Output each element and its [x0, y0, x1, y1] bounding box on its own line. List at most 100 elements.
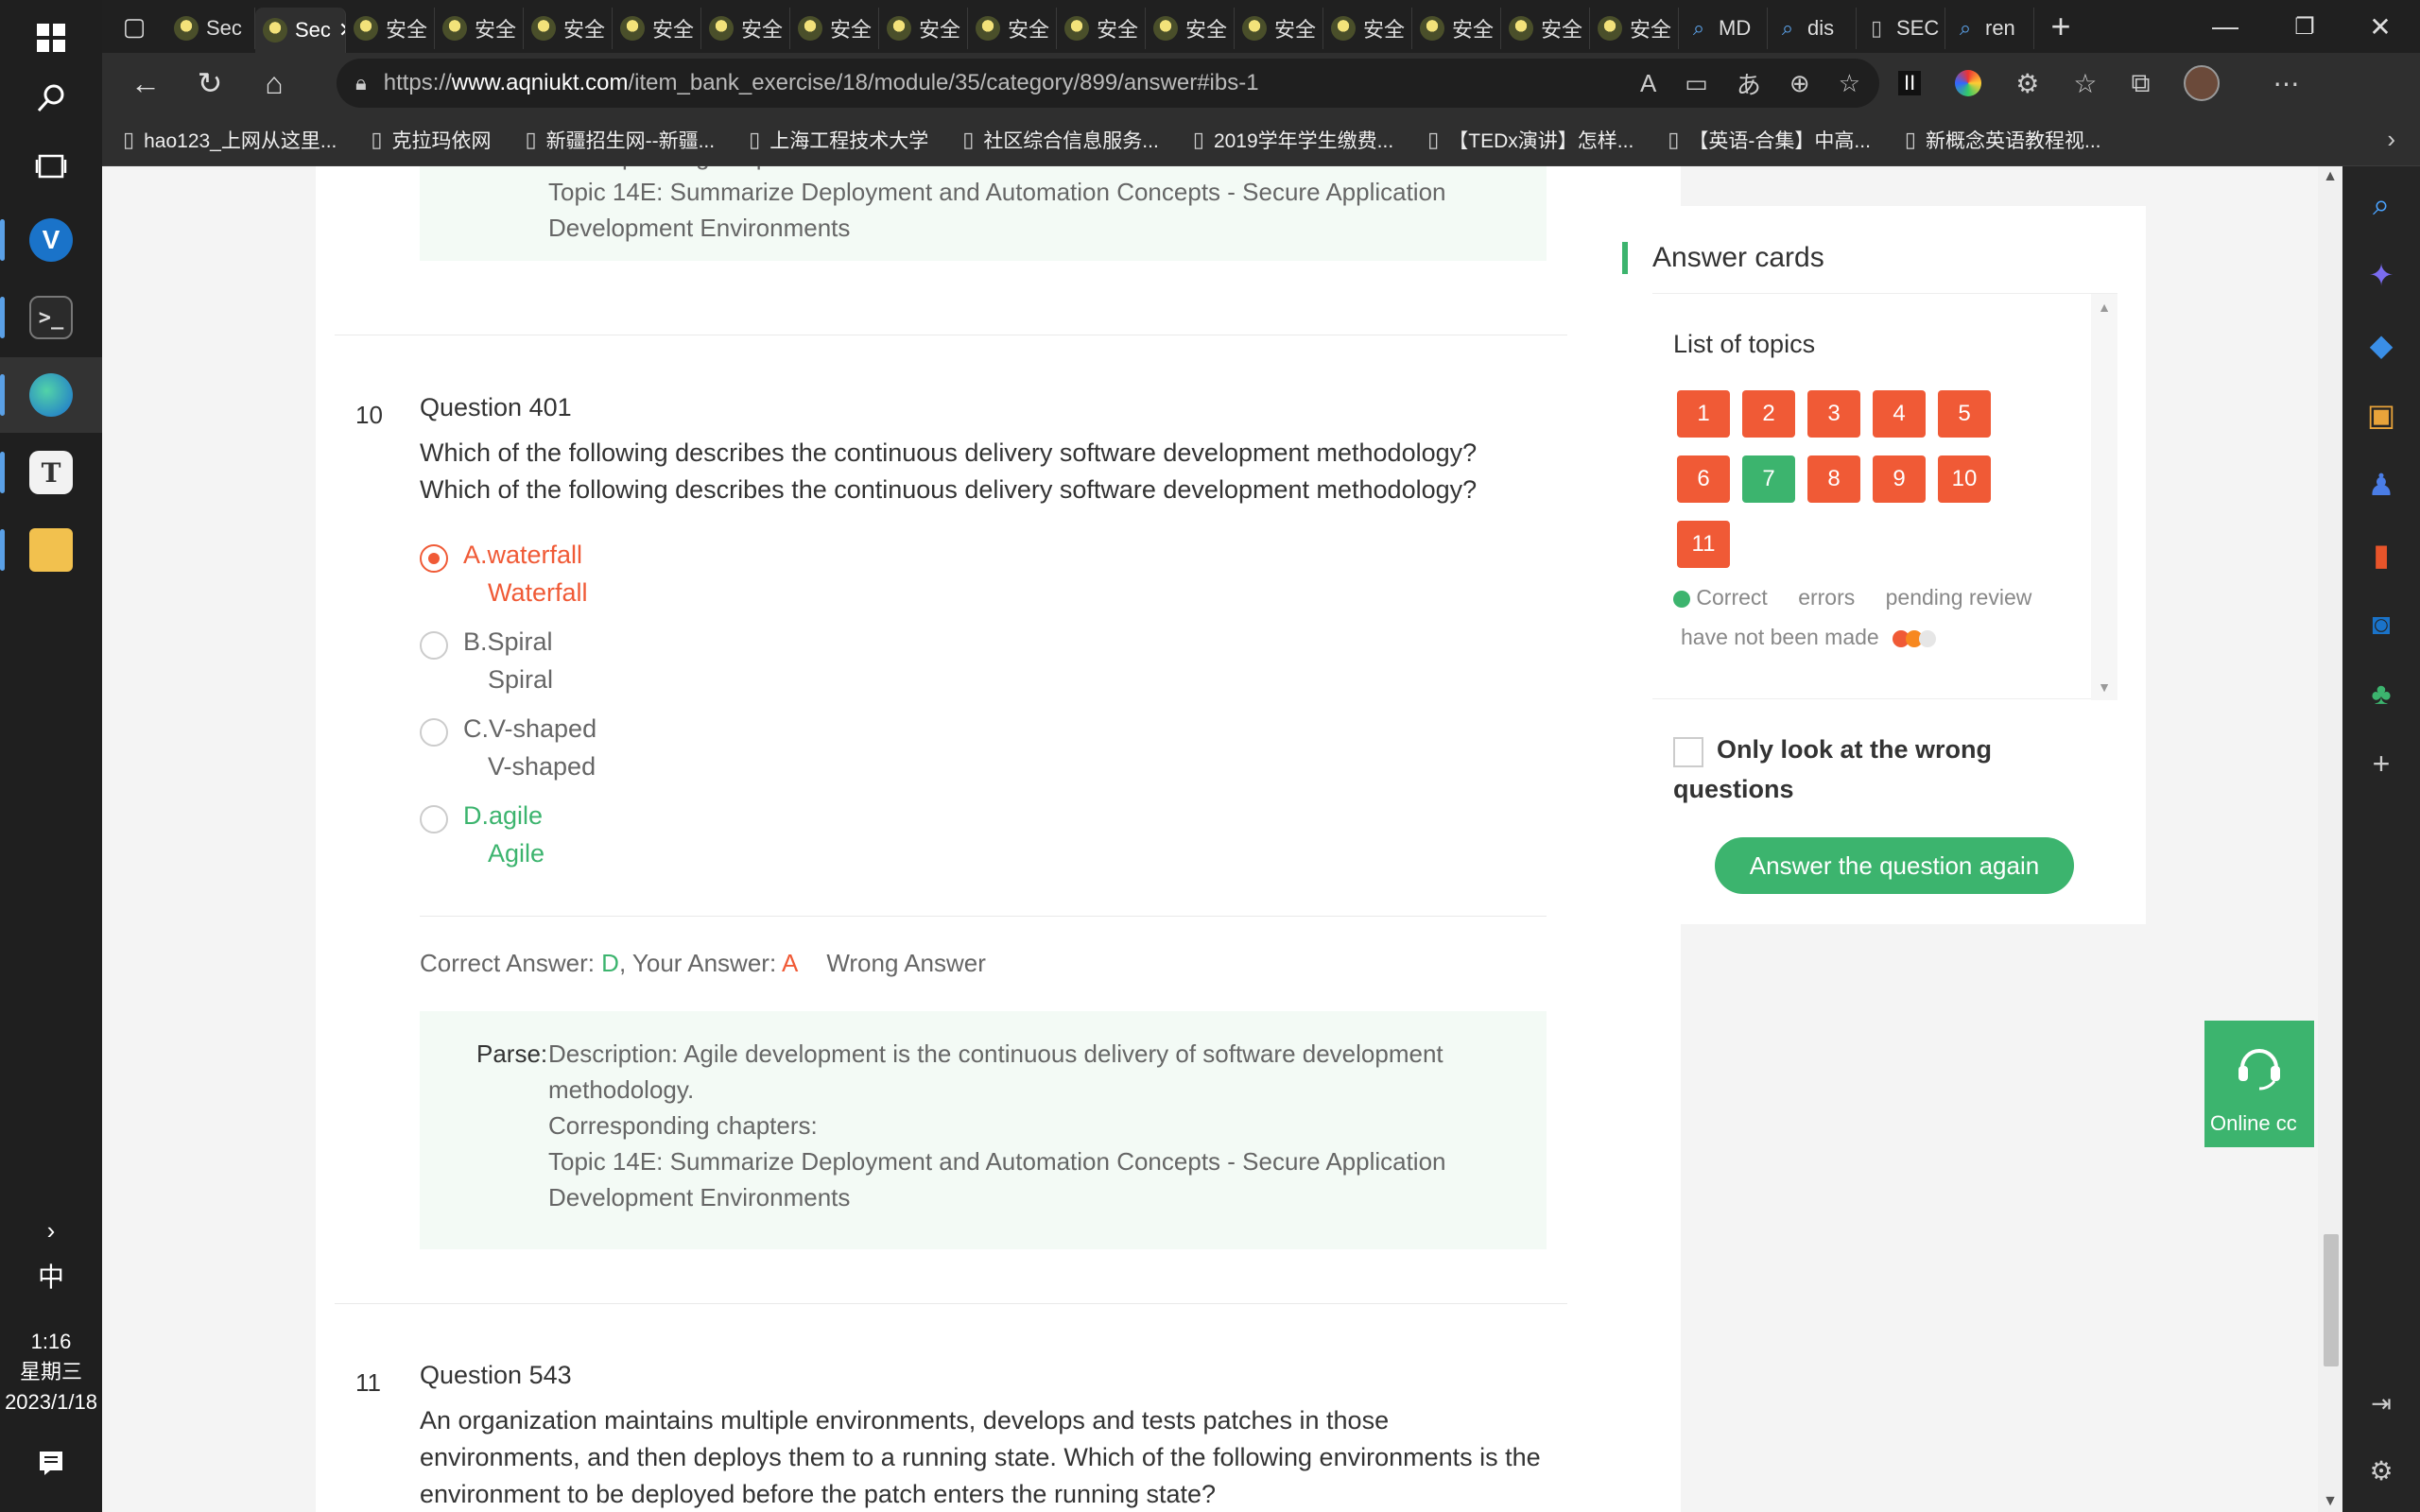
sidebar-discover-icon[interactable]: ✦ [2342, 257, 2420, 293]
sidebar-collapse-icon[interactable]: ⇥ [2342, 1389, 2420, 1418]
page-scroll-thumb[interactable] [2324, 1234, 2339, 1366]
back-icon[interactable]: ← [113, 53, 178, 113]
extensions-icon[interactable]: ⚙ [2015, 68, 2039, 99]
read-aloud-icon[interactable]: A [1640, 69, 1656, 98]
bookmark-item[interactable]: ▯ 新概念英语教程视... [1905, 126, 2101, 154]
typora-app-icon[interactable]: T [0, 435, 102, 510]
browser-tab[interactable]: 安全 [1146, 8, 1235, 49]
edge-app-icon[interactable] [0, 357, 102, 433]
address-bar[interactable]: 🔒︎ https://www.aqniukt.com/item_bank_exe… [337, 59, 1879, 108]
sidebar-settings-icon[interactable]: ⚙ [2342, 1455, 2420, 1486]
browser-tab[interactable]: ⌕ dis [1768, 8, 1857, 49]
input-method-indicator[interactable]: 中 [0, 1257, 102, 1295]
answer-again-button[interactable]: Answer the question again [1715, 837, 2074, 894]
sidebar-shopping-icon[interactable]: ◆ [2342, 327, 2420, 363]
browser-tab[interactable]: 安全 [968, 8, 1057, 49]
topic-number-button[interactable]: 2 [1742, 390, 1795, 438]
topic-number-button[interactable]: 9 [1873, 455, 1926, 503]
option-a-radio[interactable] [420, 544, 448, 573]
terminal-app-icon[interactable]: >_ [0, 280, 102, 355]
new-tab-button[interactable]: + [2034, 7, 2087, 46]
bookmark-item[interactable]: ▯ 【英语-合集】中高... [1668, 126, 1871, 154]
topic-number-button[interactable]: 11 [1677, 521, 1730, 568]
option-c-radio[interactable] [420, 718, 448, 747]
option-d-radio[interactable] [420, 805, 448, 833]
extension-pause-icon[interactable]: II [1898, 71, 1922, 95]
wrong-only-checkbox[interactable] [1673, 737, 1703, 767]
translate-icon[interactable]: あ [1737, 66, 1761, 101]
collections-icon[interactable]: ⧉ [2131, 68, 2150, 99]
browser-tab[interactable]: 安全 [1412, 8, 1501, 49]
bookmark-item[interactable]: ▯ 上海工程技术大学 [749, 126, 928, 154]
bookmark-item[interactable]: ▯ 克拉玛依网 [371, 126, 491, 154]
browser-tab[interactable]: ⌕ MD [1679, 8, 1768, 49]
topic-number-button[interactable]: 1 [1677, 390, 1730, 438]
bookmark-item[interactable]: ▯ 新疆招生网--新疆... [525, 126, 715, 154]
topic-number-button[interactable]: 5 [1938, 390, 1991, 438]
site-favicon-icon [798, 16, 822, 41]
tab-actions-icon[interactable]: ▢ [102, 0, 166, 53]
notification-icon[interactable] [0, 1425, 102, 1501]
browser-tab[interactable]: 安全 [879, 8, 968, 49]
sidebar-office-icon[interactable]: ▮ [2342, 537, 2420, 573]
browser-tab[interactable]: 安全 [1057, 8, 1146, 49]
browser-tab[interactable]: ▯ SEC [1857, 8, 1945, 49]
online-service-button[interactable]: Online cc [2204, 1021, 2314, 1147]
page-scrollbar[interactable]: ▲ ▼ [2318, 166, 2342, 1512]
bookmark-item[interactable]: ▯ hao123_上网从这里... [123, 126, 337, 154]
close-window-icon[interactable]: ✕ [2341, 0, 2420, 53]
topic-number-button[interactable]: 8 [1807, 455, 1860, 503]
topic-number-button[interactable]: 10 [1938, 455, 1991, 503]
task-view-icon[interactable] [0, 129, 102, 204]
close-tab-icon[interactable]: ✕ [338, 18, 345, 43]
add-favorite-icon[interactable]: ☆ [1839, 69, 1860, 98]
browser-tab[interactable]: ⌕ ren [1945, 8, 2034, 49]
restore-icon[interactable]: ❐ [2265, 0, 2344, 53]
browser-tab[interactable]: Sec [166, 8, 255, 49]
browser-tab[interactable]: Sec ✕ [255, 8, 346, 53]
browser-tab[interactable]: 安全 [790, 8, 879, 49]
search-icon[interactable] [0, 60, 102, 136]
sidebar-search-icon[interactable]: ⌕ [2342, 187, 2420, 223]
favorites-icon[interactable]: ☆ [2073, 68, 2097, 99]
browser-tab[interactable]: 安全 [524, 8, 613, 49]
browser-tab[interactable]: 安全 [1323, 8, 1412, 49]
sidebar-tree-icon[interactable]: ♣ [2342, 677, 2420, 712]
immersive-reader-icon[interactable]: ▭ [1685, 69, 1708, 98]
bookmark-item[interactable]: ▯ 2019学年学生缴费... [1193, 126, 1393, 154]
browser-tab[interactable]: 安全 [435, 8, 524, 49]
sidebar-games-icon[interactable]: ♟ [2342, 467, 2420, 503]
browser-tab[interactable]: 安全 [613, 8, 701, 49]
bookmark-page-icon: ▯ [1427, 127, 1440, 151]
bookmark-item[interactable]: ▯ 【TEDx演讲】怎样... [1427, 126, 1634, 154]
topic-number-button[interactable]: 6 [1677, 455, 1730, 503]
topic-list-box: List of topics 1 2 3 4 5 6 7 8 9 10 11 Correct err… [1652, 293, 2118, 700]
sidebar-outlook-icon[interactable]: ◙ [2342, 607, 2420, 642]
more-menu-icon[interactable]: ⋯ [2273, 68, 2299, 99]
browser-tab[interactable]: 安全 [346, 8, 435, 49]
extension-color-icon[interactable] [1955, 70, 1982, 96]
file-explorer-app-icon[interactable] [0, 512, 102, 588]
lock-icon[interactable]: 🔒︎ [355, 71, 367, 95]
topic-list-scrollbar[interactable]: ▲ ▼ [2091, 294, 2118, 700]
sidebar-add-icon[interactable]: + [2342, 747, 2420, 782]
bookmarks-overflow-icon[interactable]: › [2387, 125, 2395, 154]
topic-number-button[interactable]: 3 [1807, 390, 1860, 438]
browser-tab[interactable]: 安全 [701, 8, 790, 49]
profile-avatar[interactable] [2184, 65, 2221, 101]
browser-tab[interactable]: 安全 [1235, 8, 1323, 49]
browser-tab[interactable]: 安全 [1501, 8, 1590, 49]
vpn-app-icon[interactable]: V [0, 202, 102, 278]
browser-tab[interactable]: 安全 [1590, 8, 1679, 49]
sidebar-tools-icon[interactable]: ▣ [2342, 397, 2420, 433]
refresh-icon[interactable]: ↻ [178, 53, 242, 113]
bookmark-item[interactable]: ▯ 社区综合信息服务... [962, 126, 1159, 154]
minimize-icon[interactable]: — [2186, 0, 2265, 53]
system-clock[interactable]: 1:16 星期三 2023/1/18 [0, 1327, 102, 1418]
topic-number-button[interactable]: 4 [1873, 390, 1926, 438]
home-icon[interactable]: ⌂ [242, 53, 306, 113]
wrong-only-filter[interactable]: Only look at the wrong questions [1673, 730, 2108, 809]
topic-number-button[interactable]: 7 [1742, 455, 1795, 503]
option-b-radio[interactable] [420, 631, 448, 660]
zoom-icon[interactable]: ⊕ [1789, 69, 1810, 98]
